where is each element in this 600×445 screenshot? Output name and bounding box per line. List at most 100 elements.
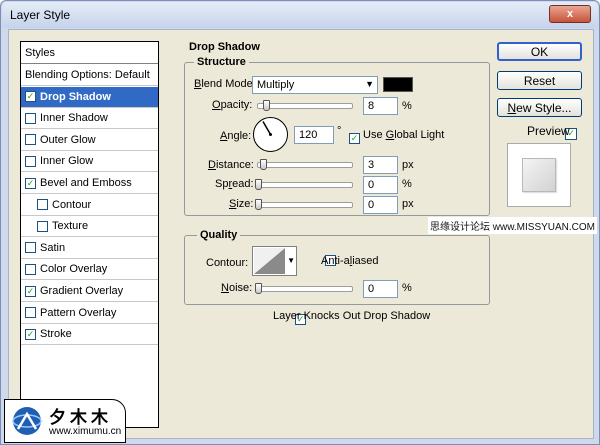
preview-box <box>507 143 571 207</box>
styles-list: Styles Blending Options: Default ✓ Drop Sh… <box>20 41 159 428</box>
style-checkbox[interactable] <box>25 307 36 319</box>
styles-item-satin[interactable]: Satin <box>21 238 158 259</box>
styles-item-pattern-overlay[interactable]: Pattern Overlay <box>21 303 158 324</box>
styles-item-blending-options-default[interactable]: Blending Options: Default <box>21 65 158 86</box>
styles-item-outer-glow[interactable]: Outer Glow <box>21 130 158 151</box>
blend-mode-label-rest: lend Mode: <box>201 78 256 90</box>
use-global-light-label: Use Global Light <box>363 129 445 141</box>
style-checkbox[interactable]: ✓ <box>25 91 36 103</box>
size-slider-thumb[interactable] <box>255 199 262 210</box>
styles-item-label: Drop Shadow <box>40 90 111 103</box>
reset-button[interactable]: Reset <box>497 71 582 90</box>
blend-mode-value: Multiply <box>257 79 295 91</box>
spread-slider-thumb[interactable] <box>255 179 262 190</box>
noise-label: Noise: <box>221 282 253 294</box>
shadow-color-swatch[interactable] <box>383 77 413 92</box>
styles-item-bevel-and-emboss[interactable]: ✓ Bevel and Emboss <box>21 173 158 194</box>
opacity-unit: % <box>402 100 412 112</box>
styles-item-label: Bevel and Emboss <box>40 177 132 189</box>
logo-url: www.ximumu.cn <box>49 426 122 437</box>
noise-slider-thumb[interactable] <box>255 283 262 294</box>
title-bar[interactable]: Layer Style x <box>2 2 598 28</box>
noise-unit: % <box>402 282 412 294</box>
close-button[interactable]: x <box>549 5 591 23</box>
contour-preview-icon <box>254 248 285 274</box>
size-unit: px <box>402 198 414 210</box>
style-checkbox[interactable]: ✓ <box>25 177 36 189</box>
styles-item-label: Gradient Overlay <box>40 285 124 297</box>
styles-item-label: Inner Glow <box>40 155 94 168</box>
opacity-slider[interactable] <box>257 100 353 111</box>
styles-item-label: Color Overlay <box>40 263 108 276</box>
styles-item-label: Stroke <box>40 328 72 341</box>
styles-item-label: Texture <box>52 220 89 233</box>
logo-chars: 夕木木 <box>49 408 112 427</box>
quality-group <box>184 235 490 305</box>
styles-item-color-overlay[interactable]: Color Overlay <box>21 259 158 281</box>
opacity-slider-thumb[interactable] <box>262 100 270 111</box>
opacity-input[interactable]: 8 <box>363 97 398 115</box>
style-checkbox[interactable] <box>25 134 36 146</box>
angle-value: 120 <box>299 129 318 141</box>
chevron-down-icon: ▼ <box>287 256 295 265</box>
styles-item-gradient-overlay[interactable]: ✓ Gradient Overlay <box>21 281 158 302</box>
layer-style-dialog: Layer Style x Styles Blending Options: D… <box>0 0 600 445</box>
styles-item-inner-glow[interactable]: Inner Glow <box>21 151 158 173</box>
style-checkbox[interactable]: ✓ <box>25 328 36 340</box>
styles-item-label: Satin <box>40 241 66 254</box>
watermark-text: 思缘设计论坛 www.MISSYUAN.COM <box>428 217 598 234</box>
distance-slider[interactable] <box>257 159 353 170</box>
angle-dial[interactable] <box>252 116 289 153</box>
style-checkbox[interactable] <box>25 112 36 124</box>
style-checkbox[interactable] <box>25 242 36 254</box>
layer-knocks-out-label: Layer Knocks Out Drop Shadow <box>273 310 431 322</box>
distance-label: Distance: <box>208 159 254 171</box>
dialog-client: Styles Blending Options: Default ✓ Drop Sh… <box>8 29 594 439</box>
dialog-title: Layer Style <box>10 8 71 22</box>
new-style-button[interactable]: New Style... <box>497 98 582 117</box>
styles-item-label: Outer Glow <box>40 133 96 146</box>
styles-header[interactable]: Styles <box>21 42 158 64</box>
size-slider[interactable] <box>255 199 353 210</box>
styles-item-contour[interactable]: Contour <box>21 195 158 216</box>
styles-item-stroke[interactable]: ✓ Stroke <box>21 324 158 346</box>
style-checkbox[interactable] <box>25 155 36 167</box>
styles-item-label: Inner Shadow <box>40 112 108 125</box>
distance-input[interactable]: 3 <box>363 156 398 174</box>
noise-slider[interactable] <box>255 283 353 294</box>
globe-logo-icon <box>12 407 42 435</box>
styles-item-drop-shadow[interactable]: ✓ Drop Shadow <box>21 86 158 108</box>
contour-picker[interactable]: ▼ <box>252 246 297 276</box>
noise-input[interactable]: 0 <box>363 280 398 298</box>
ok-button[interactable]: OK <box>497 42 582 61</box>
distance-unit: px <box>402 159 414 171</box>
styles-item-label: Pattern Overlay <box>40 306 117 319</box>
style-checkbox[interactable] <box>25 263 36 275</box>
spread-value: 0 <box>368 179 375 191</box>
quality-title: Quality <box>197 229 241 241</box>
styles-item-label: Blending Options: Default <box>25 69 150 81</box>
distance-slider-thumb[interactable] <box>260 159 267 170</box>
blend-mode-label: Blend Mode: <box>194 78 256 90</box>
style-checkbox[interactable] <box>37 220 48 232</box>
spread-slider[interactable] <box>255 179 353 190</box>
spread-unit: % <box>402 178 412 190</box>
opacity-value: 8 <box>368 100 375 112</box>
angle-input[interactable]: 120 <box>294 126 334 144</box>
close-icon: x <box>566 8 574 20</box>
contour-label: Contour: <box>206 257 249 269</box>
spread-input[interactable]: 0 <box>363 176 398 194</box>
distance-value: 3 <box>368 159 375 171</box>
styles-item-texture[interactable]: Texture <box>21 216 158 238</box>
chevron-down-icon: ▼ <box>365 79 374 89</box>
style-checkbox[interactable] <box>37 199 48 211</box>
site-logo: 夕木木 www.ximumu.cn <box>4 399 126 443</box>
angle-unit: ° <box>337 125 342 137</box>
blend-mode-select[interactable]: Multiply ▼ <box>252 76 378 94</box>
use-global-light-checkbox[interactable]: ✓ <box>349 133 360 144</box>
anti-aliased-label: Anti-aliased <box>321 255 379 267</box>
opacity-label: Opacity: <box>212 99 253 111</box>
styles-item-inner-shadow[interactable]: Inner Shadow <box>21 108 158 130</box>
size-input[interactable]: 0 <box>363 196 398 214</box>
style-checkbox[interactable]: ✓ <box>25 285 36 297</box>
